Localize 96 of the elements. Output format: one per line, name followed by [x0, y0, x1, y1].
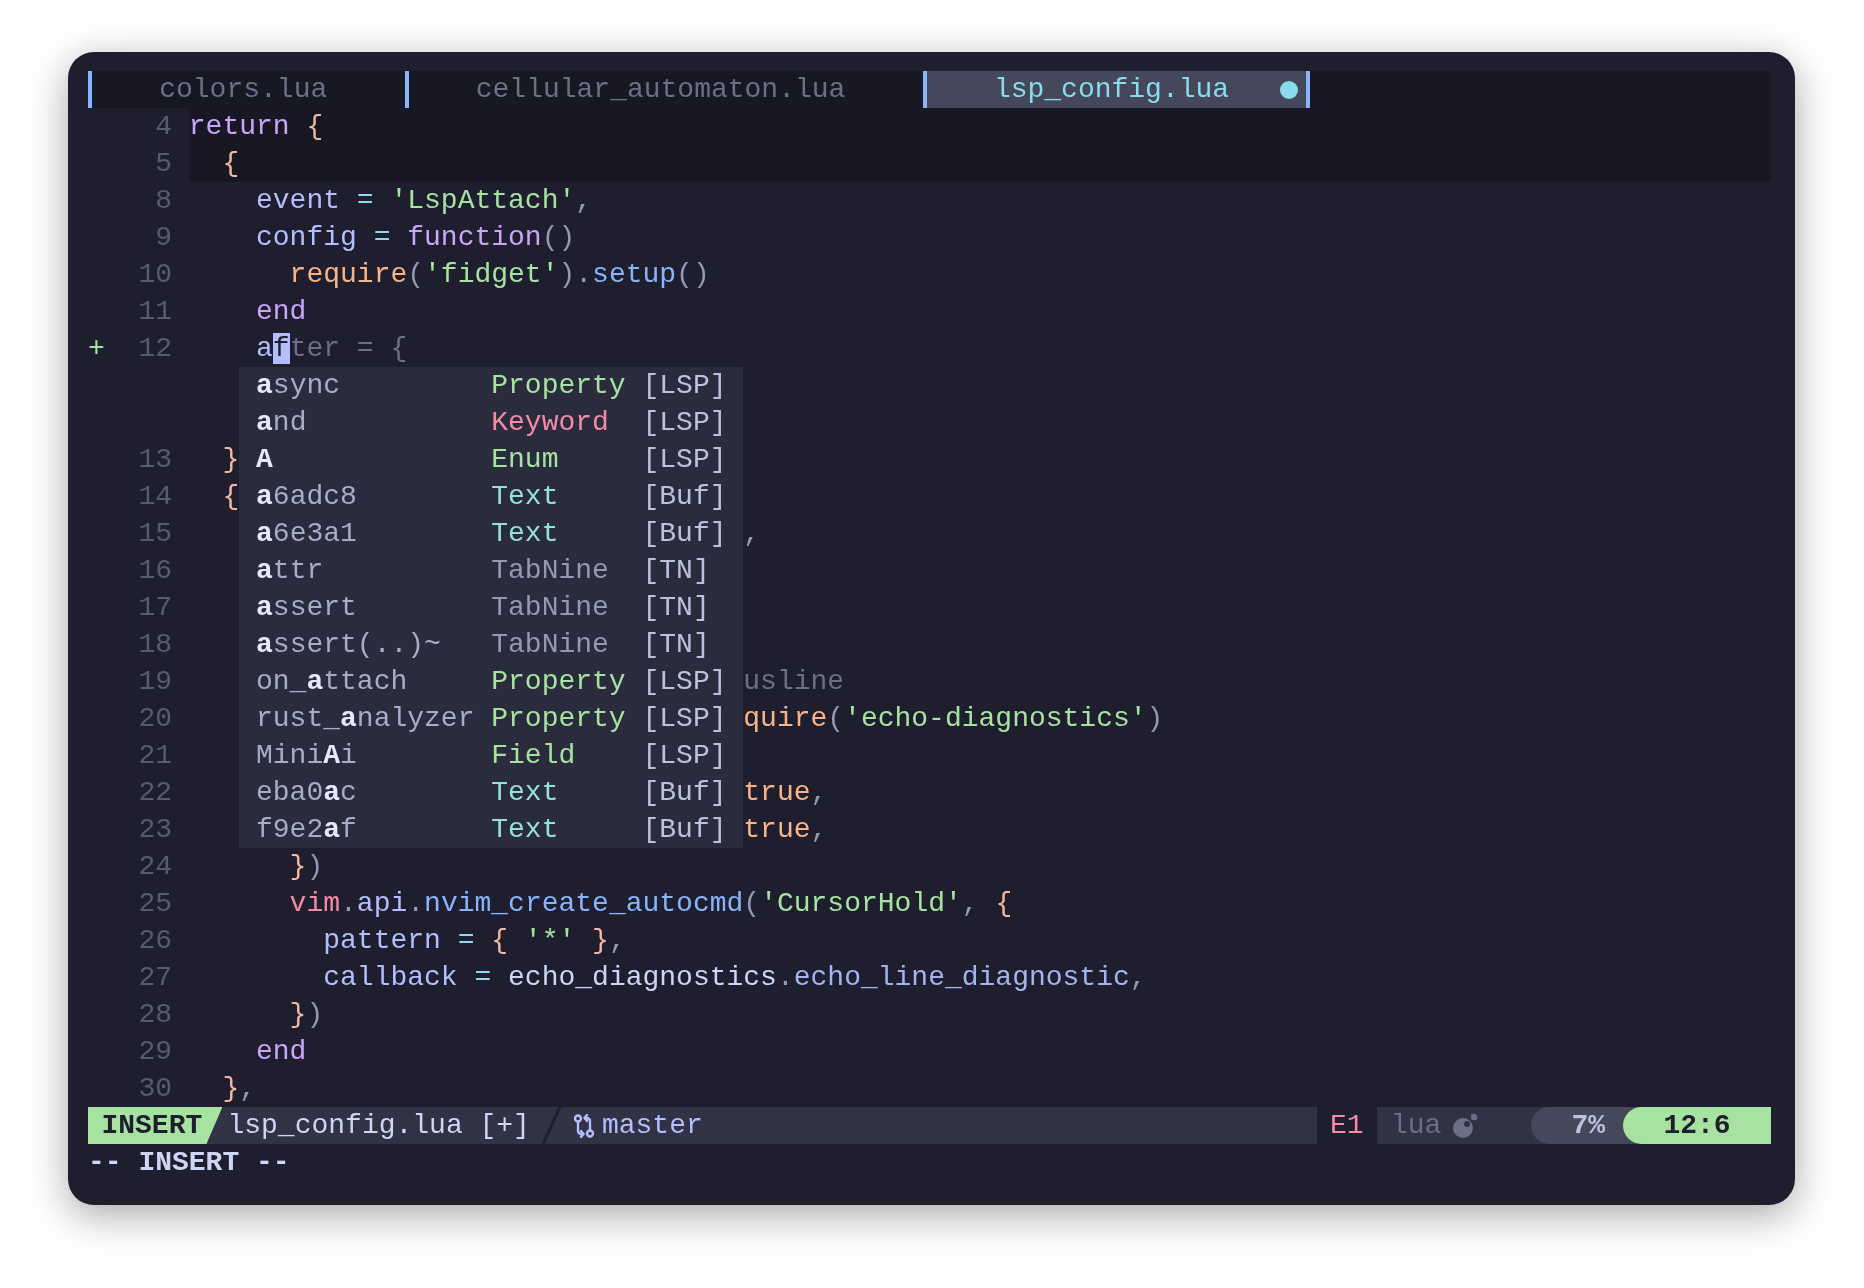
code-line: true,	[743, 813, 828, 847]
code-line: },	[221, 1073, 257, 1104]
line-number: 16	[138, 555, 172, 586]
code-line: end	[255, 296, 307, 327]
file-type: lua	[1391, 1109, 1442, 1143]
line-number: 18	[138, 629, 172, 660]
completion-source: [TN]	[642, 591, 710, 625]
line-number: 24	[138, 851, 172, 882]
completion-kind: Property	[491, 666, 626, 697]
completion-label[interactable]: attr	[256, 555, 324, 586]
line-number: 26	[138, 925, 172, 956]
added-sign: +	[88, 333, 105, 364]
line-number: 21	[138, 740, 172, 771]
line-number: 20	[138, 703, 172, 734]
diagnostic-count: E1	[1328, 1109, 1365, 1143]
code-line: callback = echo_diagnostics.echo_line_diagnostic,	[322, 962, 1147, 993]
completion-source: [LSP]	[642, 406, 727, 440]
completion-label[interactable]: assert(..)~	[256, 629, 441, 660]
line-number: 28	[138, 999, 172, 1030]
line-number: 8	[155, 185, 172, 216]
completion-label[interactable]: rust_analyzer	[256, 703, 475, 734]
git-branch: master	[601, 1109, 703, 1143]
line-number: 17	[138, 592, 172, 623]
completion-source: [TN]	[642, 628, 710, 662]
completion-label[interactable]: a6adc8	[256, 481, 357, 512]
code-line: }	[221, 444, 240, 475]
completion-label[interactable]: f9e2af	[256, 814, 357, 845]
completion-kind: Field	[491, 740, 576, 771]
code-line: vim.api.nvim_create_autocmd('CursorHold', {	[288, 888, 1013, 919]
line-number: 12	[138, 333, 172, 364]
line-number: 11	[138, 296, 172, 327]
completion-kind: Text	[491, 518, 559, 549]
line-number: 29	[138, 1036, 172, 1067]
completion-source: [Buf]	[642, 813, 727, 847]
line-number: 15	[138, 518, 172, 549]
line-number: 14	[138, 481, 172, 512]
completion-label[interactable]: and	[256, 407, 307, 438]
completion-kind: Text	[491, 777, 559, 808]
line-number: 9	[155, 222, 172, 253]
code-line: {	[221, 481, 240, 512]
completion-source: [LSP]	[642, 665, 727, 699]
moon-icon	[1451, 1112, 1478, 1139]
line-number: 22	[138, 777, 172, 808]
code-line: config = function()	[255, 222, 576, 253]
line-number: 5	[155, 148, 172, 179]
completion-kind: Property	[491, 370, 626, 401]
code-line: usline	[743, 665, 845, 699]
completion-kind: Enum	[491, 444, 559, 475]
line-number: 19	[138, 666, 172, 697]
code-line: })	[288, 851, 324, 882]
code-line: return {	[188, 111, 324, 142]
file-name: lsp_config.lua [+]	[226, 1109, 530, 1143]
mode-indicator: INSERT	[88, 1107, 223, 1144]
completion-label[interactable]: A	[256, 444, 273, 475]
line-number: 25	[138, 888, 172, 919]
cursor-position: 12:6	[1623, 1107, 1771, 1144]
code-line: end	[255, 1036, 307, 1067]
completion-source: [Buf]	[642, 776, 727, 810]
completion-source: [LSP]	[642, 702, 727, 736]
line-number: 13	[138, 444, 172, 475]
completion-label[interactable]: assert	[256, 592, 357, 623]
completion-source: [Buf]	[642, 480, 727, 514]
completion-kind: TabNine	[491, 629, 609, 660]
code-line: event = 'LspAttach',	[255, 185, 593, 216]
line-number: 27	[138, 962, 172, 993]
git-compare-icon	[573, 1113, 596, 1138]
completion-source: [LSP]	[642, 369, 727, 403]
completion-label[interactable]: MiniAi	[256, 740, 357, 771]
completion-source: [Buf]	[642, 517, 727, 551]
completion-label[interactable]: eba0ac	[256, 777, 357, 808]
command-line: -- INSERT --	[88, 1147, 290, 1178]
line-number: 10	[138, 259, 172, 290]
completion-kind: Text	[491, 481, 559, 512]
code-line: true,	[743, 776, 828, 810]
completion-kind: TabNine	[491, 592, 609, 623]
completion-label[interactable]: on_attach	[256, 666, 408, 697]
completion-label[interactable]: a6e3a1	[256, 518, 357, 549]
line-number: 4	[155, 111, 172, 142]
completion-label[interactable]: async	[256, 370, 341, 401]
completion-kind: TabNine	[491, 555, 609, 586]
completion-kind: Property	[491, 703, 626, 734]
code-line: quire('echo-diagnostics')	[743, 702, 1164, 736]
completion-source: [LSP]	[642, 443, 727, 477]
completion-source: [LSP]	[642, 739, 727, 773]
completion-kind: Text	[491, 814, 559, 845]
code-line: after = {	[255, 333, 408, 364]
completion-source: [TN]	[642, 554, 710, 588]
line-number: 30	[138, 1073, 172, 1104]
code-line: {	[221, 148, 240, 179]
code-line: })	[288, 999, 324, 1030]
code-line: require('fidget').setup()	[288, 259, 710, 290]
code-line: pattern = { '*' },	[322, 925, 626, 956]
line-number: 23	[138, 814, 172, 845]
completion-kind: Keyword	[491, 407, 609, 438]
tab[interactable]: lsp_config.lua	[922, 71, 1311, 108]
code-line: ,	[743, 517, 761, 551]
